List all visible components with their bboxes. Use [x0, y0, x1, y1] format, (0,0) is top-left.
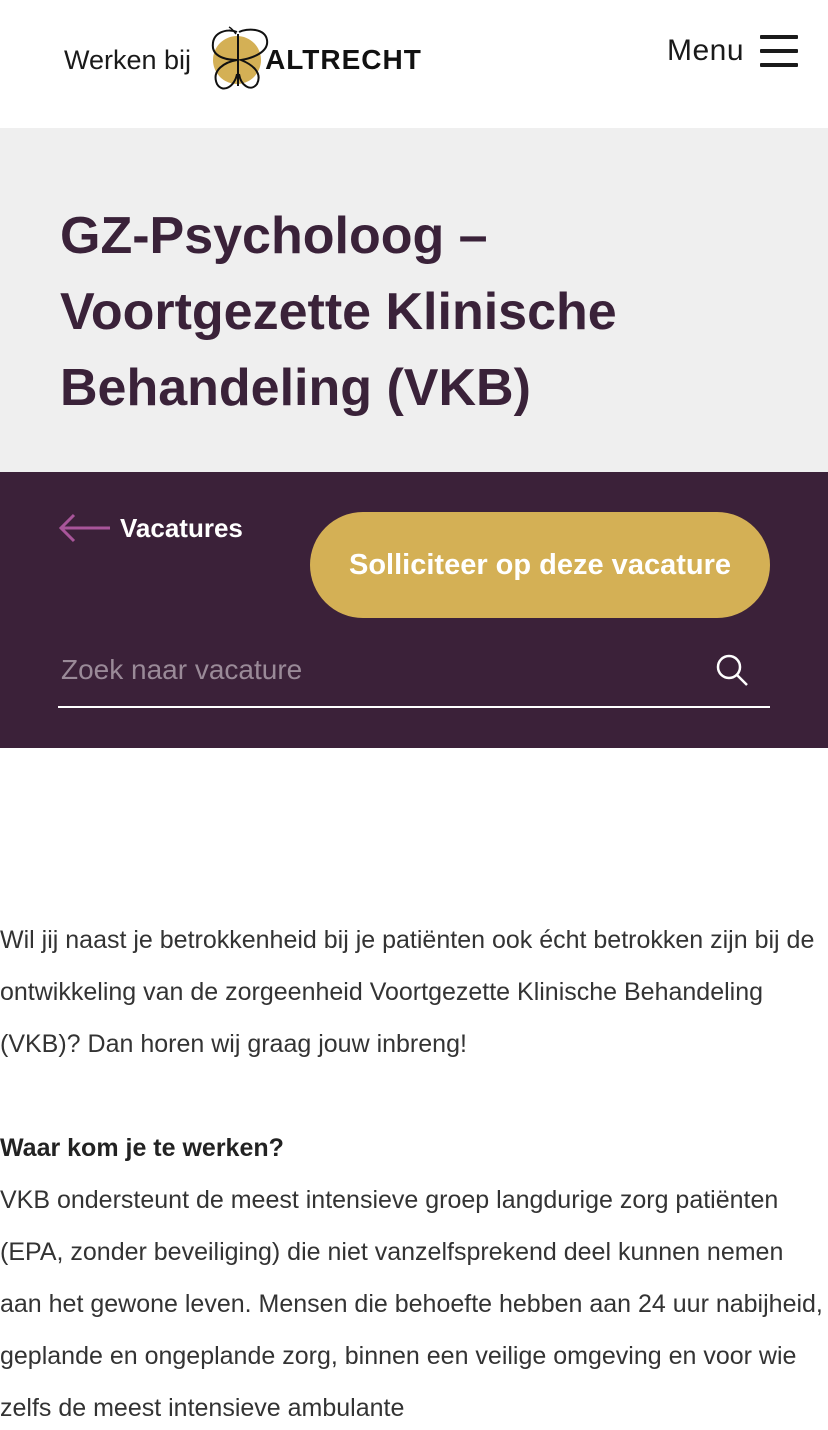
- vacancy-search: [58, 634, 770, 708]
- altrecht-logo: ALTRECHT: [207, 26, 422, 94]
- page-title: GZ-Psycholoog – Voortgezette Klinische B…: [60, 207, 617, 417]
- brand-prefix: Werken bij: [64, 44, 192, 75]
- search-input[interactable]: [58, 640, 714, 700]
- search-icon[interactable]: [714, 652, 750, 688]
- hero-banner: GZ-Psycholoog – Voortgezette Klinische B…: [0, 128, 828, 472]
- menu-button[interactable]: Menu: [667, 34, 798, 68]
- intro-paragraph: Wil jij naast je betrokkenheid bij je pa…: [0, 926, 815, 1058]
- brand-logo-link[interactable]: Werken bij ALTRECHT: [64, 26, 422, 94]
- site-header: Werken bij ALTRECHT Menu: [0, 0, 828, 128]
- section-heading: Waar kom je te werken?: [0, 1134, 284, 1162]
- brand-name: ALTRECHT: [265, 44, 422, 75]
- section-paragraph: VKB ondersteunt de meest intensieve groe…: [0, 1186, 823, 1422]
- vacancy-actions-bar: Vacatures Solliciteer op deze vacature: [0, 472, 828, 748]
- butterfly-logo-icon: [212, 26, 269, 90]
- arrow-left-icon: [58, 513, 110, 543]
- menu-label: Menu: [666, 34, 744, 67]
- back-link-label: Vacatures: [120, 512, 243, 543]
- back-to-vacatures-link[interactable]: Vacatures: [58, 512, 243, 544]
- hamburger-icon: [760, 35, 798, 67]
- apply-button[interactable]: Solliciteer op deze vacature: [310, 512, 770, 618]
- vacancy-content: Wil jij naast je betrokkenheid bij je pa…: [0, 748, 828, 1430]
